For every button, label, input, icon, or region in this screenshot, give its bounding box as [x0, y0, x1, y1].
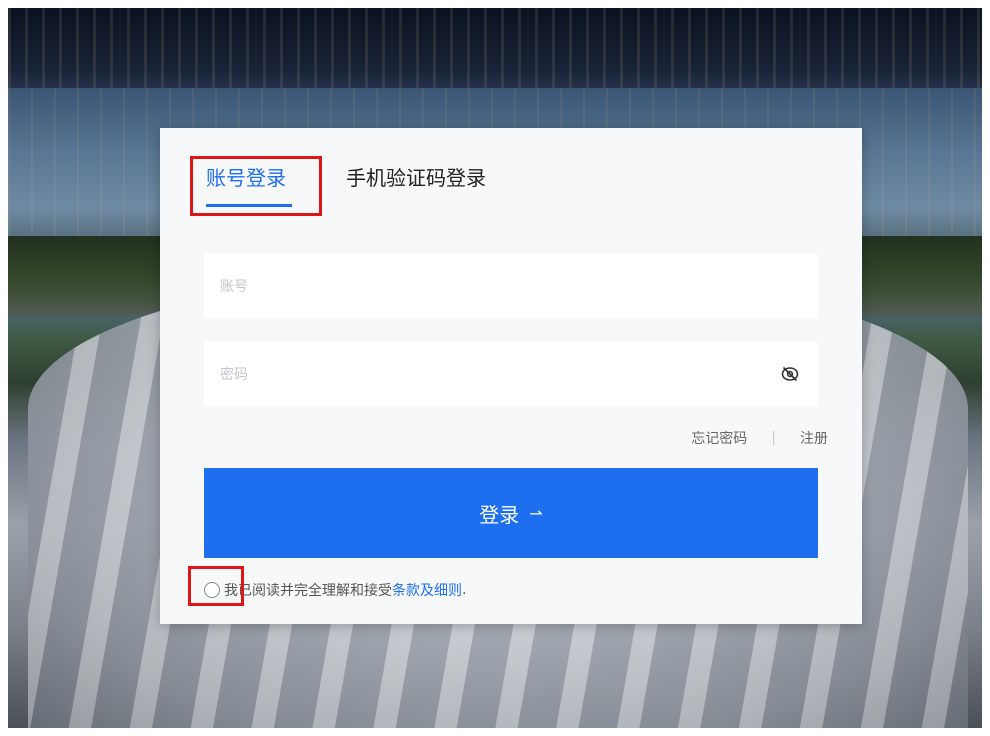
active-tab-indicator	[206, 204, 292, 207]
password-field	[204, 342, 818, 408]
city-skyline	[8, 8, 982, 98]
agree-radio[interactable]	[204, 582, 220, 598]
login-tabs: 账号登录 手机验证码登录	[160, 128, 862, 228]
page: 账号登录 手机验证码登录 忘记密码 | 注册 登录 ⇀	[0, 0, 990, 736]
agreement-period: .	[462, 582, 467, 598]
account-links: 忘记密码 | 注册	[691, 428, 828, 448]
password-input[interactable]	[218, 342, 762, 408]
terms-link[interactable]: 条款及细则	[392, 580, 462, 600]
forgot-password-link[interactable]: 忘记密码	[691, 428, 747, 448]
account-input[interactable]	[218, 254, 762, 320]
eye-off-icon[interactable]	[780, 364, 800, 384]
terms-agreement: 我已阅读并完全理解和接受 条款及细则 .	[204, 580, 466, 600]
login-button[interactable]: 登录 ⇀	[204, 468, 818, 558]
login-card: 账号登录 手机验证码登录 忘记密码 | 注册 登录 ⇀	[160, 128, 862, 624]
tab-sms-login[interactable]: 手机验证码登录	[346, 162, 486, 191]
tab-account-login[interactable]: 账号登录	[206, 162, 286, 191]
account-field	[204, 254, 818, 320]
register-link[interactable]: 注册	[800, 428, 828, 448]
login-button-label: 登录	[479, 502, 520, 527]
arrow-right-icon: ⇀	[529, 503, 543, 523]
agreement-text: 我已阅读并完全理解和接受	[224, 583, 392, 599]
link-separator: |	[771, 430, 776, 446]
